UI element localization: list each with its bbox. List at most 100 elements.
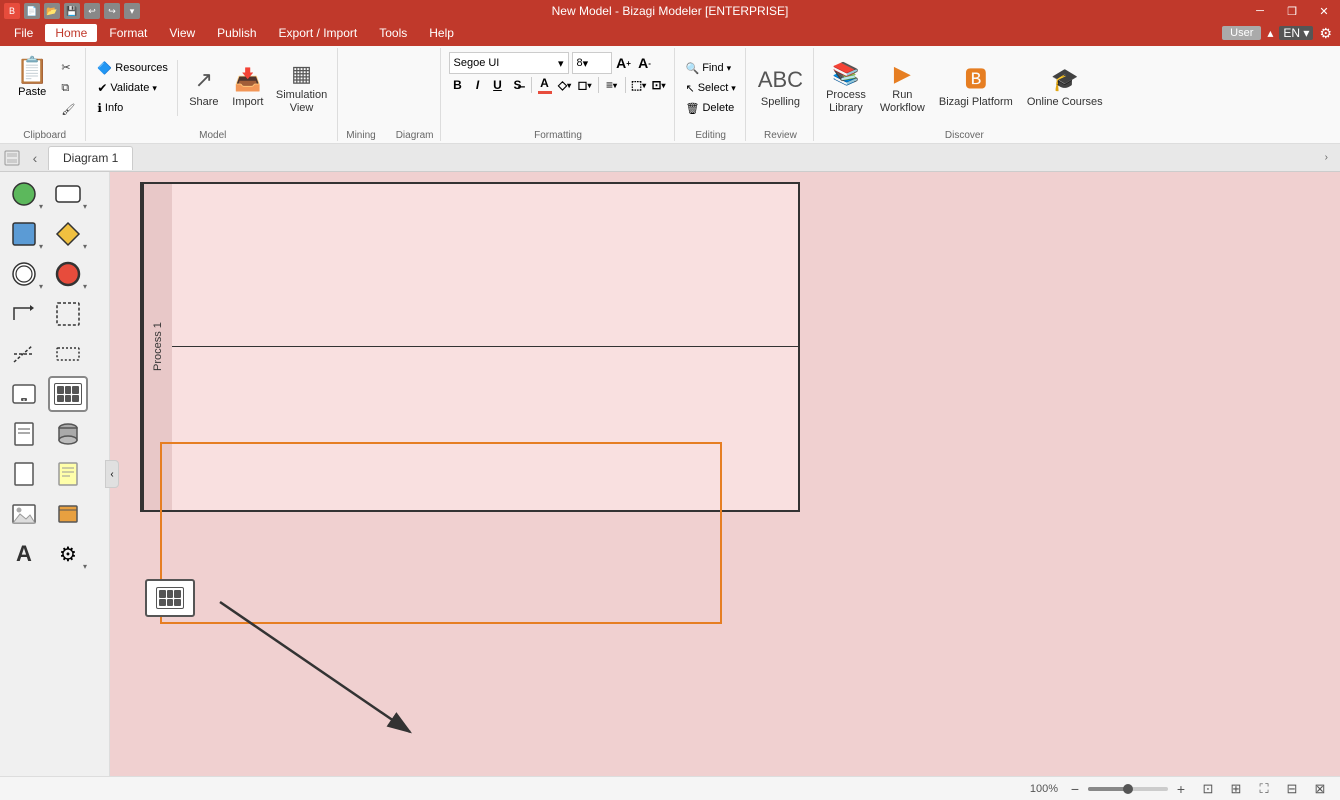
validate-button[interactable]: ✔ Validate ▾ — [94, 79, 171, 97]
database-tool[interactable] — [48, 416, 88, 452]
resources-button[interactable]: 🔷 Resources — [94, 59, 171, 77]
copy-button[interactable]: ⧉ — [57, 78, 79, 98]
menu-format[interactable]: Format — [99, 24, 157, 42]
menu-tools[interactable]: Tools — [369, 24, 417, 42]
import-button[interactable]: 📥 Import — [228, 59, 268, 117]
subprocess-collapsed-tool[interactable] — [4, 376, 44, 412]
italic-button[interactable]: I — [469, 76, 487, 94]
settings-icon[interactable]: ⚙ — [1319, 25, 1332, 42]
font-color-bar — [538, 91, 552, 94]
lang-btn[interactable]: EN ▾ — [1279, 26, 1313, 40]
view-mode-button[interactable]: ⊟ — [1282, 779, 1302, 799]
fill-color2-button[interactable]: ⬚▾ — [630, 76, 648, 94]
tool-row-10: A ⚙ ▾ — [4, 536, 105, 572]
close-btn[interactable]: ✕ — [1308, 0, 1340, 22]
image-tool[interactable] — [4, 496, 44, 532]
fit-page-button[interactable]: ⊡ — [1198, 779, 1218, 799]
undo-icon[interactable]: ↩ — [84, 3, 100, 19]
share-button[interactable]: ↗ Share — [184, 59, 224, 117]
info-button[interactable]: ℹ Info — [94, 99, 171, 117]
zoom-out-button[interactable]: − — [1066, 780, 1084, 798]
tab-scroll-right[interactable]: › — [1325, 152, 1328, 163]
spelling-button[interactable]: ABC Spelling — [754, 59, 807, 117]
artifact-tool[interactable]: ⚙ ▾ — [48, 536, 88, 572]
menu-home[interactable]: Home — [45, 24, 97, 42]
zoom-slider[interactable] — [1088, 787, 1168, 791]
bold-button[interactable]: B — [449, 76, 467, 94]
zoom-in-button[interactable]: + — [1172, 780, 1190, 798]
simulation-view-button[interactable]: ▦ SimulationView — [272, 59, 331, 117]
bizagi-platform-button[interactable]: 🅱 Bizagi Platform — [935, 59, 1017, 117]
format-painter-button[interactable]: 🖌 — [57, 99, 79, 119]
underline-button[interactable]: U — [489, 76, 507, 94]
document-tool[interactable] — [4, 416, 44, 452]
menu-file[interactable]: File — [4, 24, 43, 42]
end-event-tool[interactable]: ▾ — [48, 256, 88, 292]
note-tool[interactable] — [48, 456, 88, 492]
font-family-select[interactable]: Segoe UI ▾ — [449, 52, 569, 74]
subprocess-floating-icon[interactable] — [145, 579, 195, 617]
font-size-select[interactable]: 8 ▾ — [572, 52, 612, 74]
tool-row-9 — [4, 496, 105, 532]
formatting-content: Segoe UI ▾ 8 ▾ A+ A- B I — [449, 48, 668, 128]
quick-access-icon[interactable]: ▾ — [124, 3, 140, 19]
restore-btn[interactable]: ❒ — [1276, 0, 1308, 22]
grid-toggle-button[interactable]: ⊞ — [1226, 779, 1246, 799]
task-tool[interactable]: ▾ — [48, 176, 88, 212]
find-button[interactable]: 🔍 Find ▾ — [683, 59, 735, 77]
lane-1[interactable] — [172, 184, 798, 347]
menu-help[interactable]: Help — [419, 24, 464, 42]
info-icon: ℹ — [97, 101, 102, 115]
annotation-tool[interactable] — [48, 296, 88, 332]
collapse-panel-button[interactable]: ‹ — [105, 460, 119, 488]
save-icon[interactable]: 💾 — [64, 3, 80, 19]
canvas-area[interactable]: Process 1 — [110, 172, 1340, 776]
text-annotation-tool[interactable] — [4, 456, 44, 492]
shrink-icon: A — [638, 55, 648, 71]
diagram-tab-1[interactable]: Diagram 1 — [48, 146, 133, 170]
online-courses-button[interactable]: 🎓 Online Courses — [1023, 59, 1107, 117]
data-store-tool[interactable] — [48, 496, 88, 532]
open-icon[interactable]: 📂 — [44, 3, 60, 19]
select-button[interactable]: ↖ Select ▾ — [683, 79, 739, 97]
end-event-dropdown: ▾ — [83, 282, 87, 291]
strikethrough-button[interactable]: S̶ — [509, 76, 527, 94]
delete-button[interactable]: 🗑 Delete — [683, 99, 738, 117]
expand-btn[interactable]: ▴ — [1267, 26, 1273, 40]
menu-publish[interactable]: Publish — [207, 24, 266, 42]
text-tool[interactable]: A — [4, 536, 44, 572]
minimize-btn[interactable]: ─ — [1244, 0, 1276, 22]
menu-view[interactable]: View — [159, 24, 205, 42]
tool-row-8 — [4, 456, 105, 492]
font-color-button[interactable]: A — [536, 76, 554, 94]
pool-tool[interactable] — [48, 336, 88, 372]
data-object-dropdown: ▾ — [39, 242, 43, 251]
subprocess-expanded-tool[interactable] — [48, 376, 88, 412]
line-color-button[interactable]: ◻▾ — [576, 76, 594, 94]
gateway-tool[interactable]: ▾ — [48, 216, 88, 252]
window-controls[interactable]: ─ ❒ ✕ — [1244, 0, 1340, 22]
highlight-color-button[interactable]: ◇▾ — [556, 76, 574, 94]
border-color-button[interactable]: ⊡▾ — [650, 76, 668, 94]
redo-icon[interactable]: ↪ — [104, 3, 120, 19]
shrink-font-button[interactable]: A- — [636, 54, 654, 72]
sf-cell-3 — [174, 590, 181, 598]
start-event-tool[interactable]: ▾ — [4, 176, 44, 212]
sequence-flow-tool[interactable] — [4, 296, 44, 332]
process-library-button[interactable]: 📚 ProcessLibrary — [822, 59, 870, 117]
new-icon[interactable]: 📄 — [24, 3, 40, 19]
zoom-fit-button[interactable]: ⛶ — [1254, 779, 1274, 799]
tab-back-button[interactable]: ‹ — [24, 147, 46, 169]
layout-button[interactable]: ⊠ — [1310, 779, 1330, 799]
selected-rectangle[interactable] — [160, 442, 722, 624]
data-object-tool[interactable]: ▾ — [4, 216, 44, 252]
align-button[interactable]: ≡▾ — [603, 76, 621, 94]
menu-export-import[interactable]: Export / Import — [269, 24, 368, 42]
mining-diagram-labels: Mining Diagram — [346, 130, 433, 141]
grow-font-button[interactable]: A+ — [615, 54, 633, 72]
cut-button[interactable]: ✂ — [57, 57, 79, 77]
paste-button[interactable]: 📋 Paste — [10, 48, 54, 104]
run-workflow-button[interactable]: ▶ RunWorkflow — [876, 59, 929, 117]
intermediate-event-tool[interactable]: ▾ — [4, 256, 44, 292]
message-flow-tool[interactable] — [4, 336, 44, 372]
